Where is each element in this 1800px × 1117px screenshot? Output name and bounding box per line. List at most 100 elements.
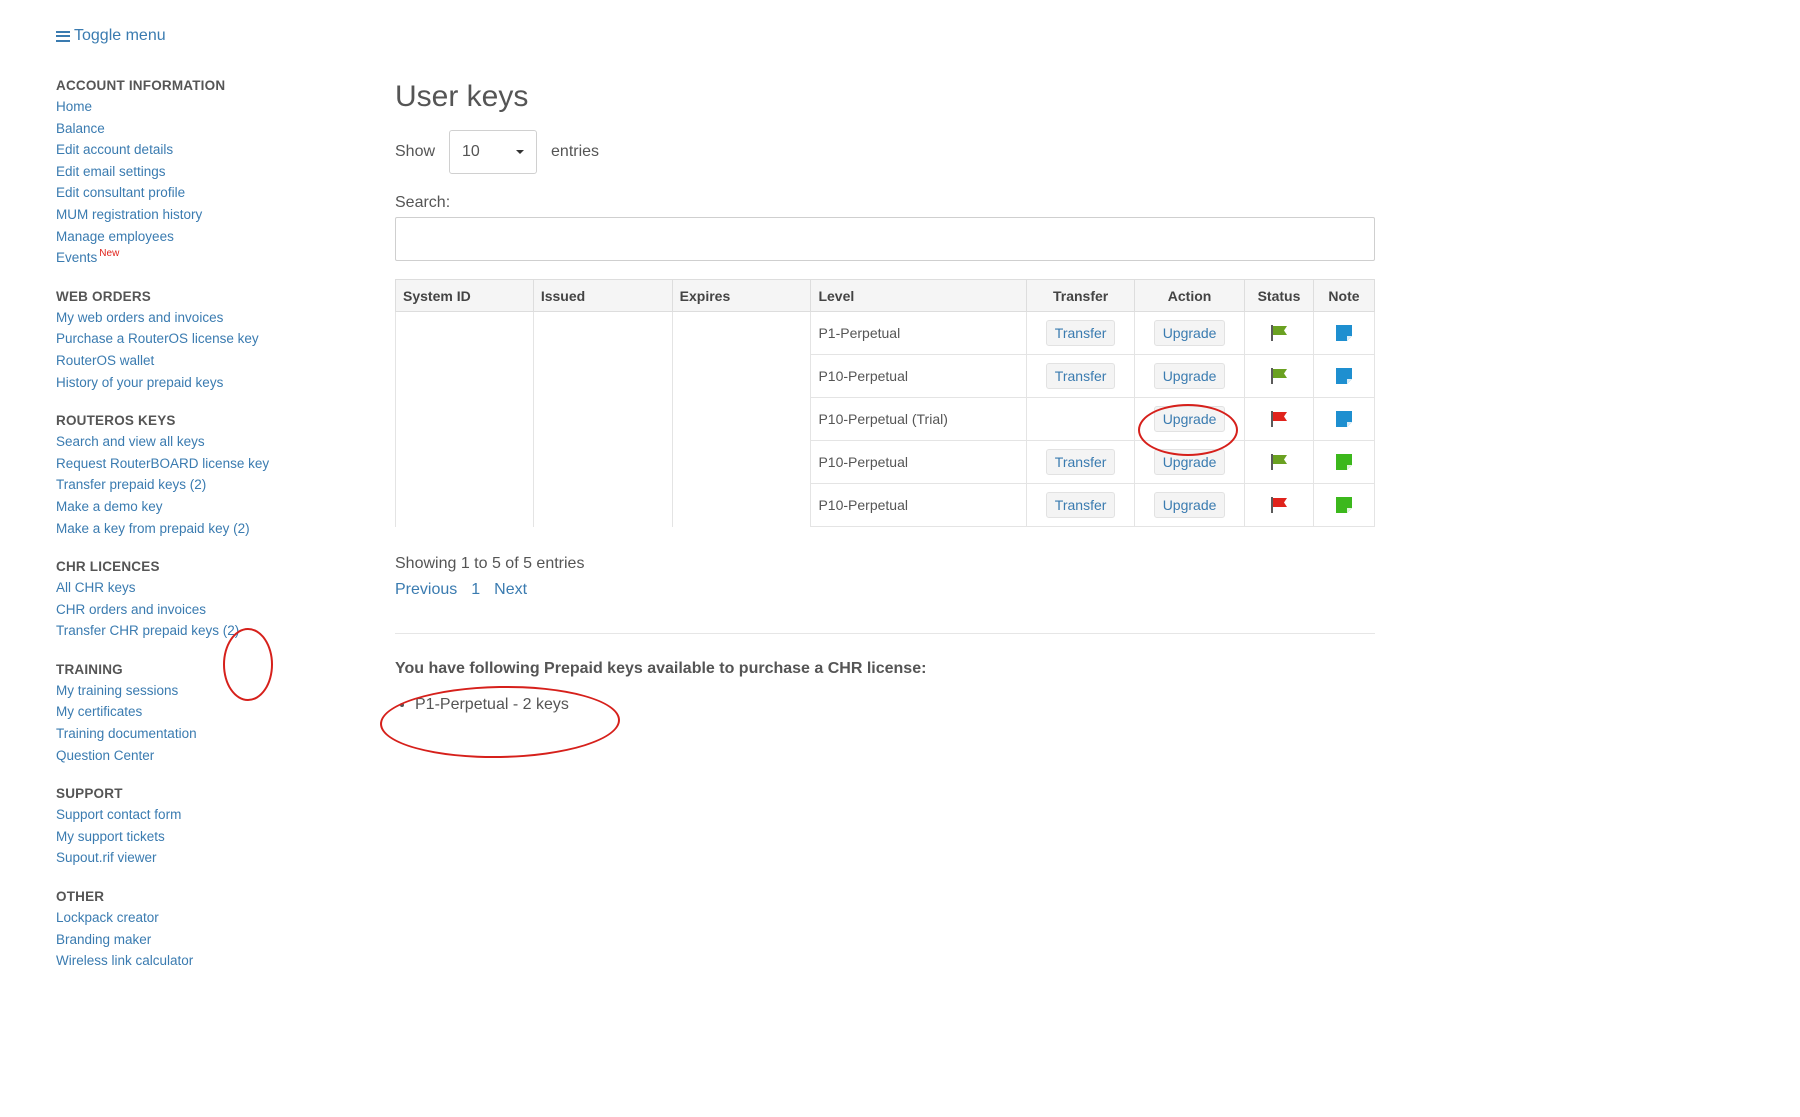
column-header[interactable]: Note (1312, 279, 1376, 312)
table-cell (532, 311, 673, 355)
flag-icon (1269, 324, 1289, 342)
upgrade-button[interactable]: Upgrade (1153, 320, 1226, 346)
transfer-button[interactable]: Transfer (1045, 320, 1116, 346)
upgrade-button[interactable]: Upgrade (1153, 492, 1226, 518)
sidebar-item[interactable]: Training documentation (56, 723, 336, 745)
note-icon[interactable] (1335, 367, 1353, 385)
upgrade-button[interactable]: Upgrade (1153, 406, 1226, 432)
sidebar-item[interactable]: Events New (56, 247, 336, 269)
flag-icon (1269, 453, 1289, 471)
flag-icon (1269, 367, 1289, 385)
sidebar-item[interactable]: My certificates (56, 701, 336, 723)
sidebar-item[interactable]: Edit email settings (56, 161, 336, 183)
note-icon[interactable] (1335, 410, 1353, 428)
sidebar-item[interactable]: My training sessions (56, 680, 336, 702)
transfer-button[interactable]: Transfer (1045, 363, 1116, 389)
sidebar-section-title: OTHER (56, 889, 105, 905)
sidebar-item[interactable]: History of your prepaid keys (56, 372, 336, 394)
sidebar-item-label: Balance (56, 120, 105, 136)
sidebar-item[interactable]: RouterOS wallet (56, 350, 336, 372)
sidebar-item[interactable]: Transfer CHR prepaid keys (2) (56, 620, 336, 642)
sidebar-item[interactable]: My support tickets (56, 826, 336, 848)
sidebar-item[interactable]: Lockpack creator (56, 907, 336, 929)
pager-previous[interactable]: Previous (395, 581, 457, 599)
table-cell (532, 483, 673, 527)
column-header[interactable]: Expires (671, 279, 812, 312)
upgrade-button[interactable]: Upgrade (1153, 363, 1226, 389)
new-badge: New (99, 248, 120, 260)
sidebar-item[interactable]: Wireless link calculator (56, 950, 336, 972)
sidebar-item[interactable]: CHR orders and invoices (56, 599, 336, 621)
table-cell (532, 354, 673, 398)
action-cell: Upgrade (1134, 440, 1246, 484)
sidebar-item-label: All CHR keys (56, 580, 136, 596)
sidebar-section-title: WEB ORDERS (56, 288, 152, 304)
sidebar-item-label: Make a demo key (56, 498, 163, 514)
status-cell (1244, 397, 1314, 441)
note-icon[interactable] (1335, 324, 1353, 342)
note-cell (1312, 397, 1376, 441)
page-title: User keys (395, 80, 529, 113)
sidebar-item-label: Supout.rif viewer (56, 850, 157, 866)
user-keys-table: System ID Issued Expires Level Transfer Actio… (395, 279, 1376, 527)
sidebar-item[interactable]: Request RouterBOARD license key (56, 453, 336, 475)
sidebar-item[interactable]: All CHR keys (56, 577, 336, 599)
flag-icon (1269, 410, 1289, 428)
sidebar-section-title: SUPPORT (56, 786, 123, 802)
pager-page-1[interactable]: 1 (471, 581, 480, 599)
sidebar-item[interactable]: Home (56, 96, 336, 118)
column-header[interactable]: Issued (532, 279, 673, 312)
sidebar-item[interactable]: Purchase a RouterOS license key (56, 328, 336, 350)
sidebar-item[interactable]: Make a key from prepaid key (2) (56, 518, 336, 540)
transfer-button[interactable]: Transfer (1045, 449, 1116, 475)
sidebar-section: SUPPORT Support contact form My support ti… (56, 786, 336, 869)
sidebar-item[interactable]: Balance (56, 118, 336, 140)
sidebar-item[interactable]: Transfer prepaid keys (2) (56, 474, 336, 496)
sidebar-item[interactable]: Question Center (56, 745, 336, 767)
sidebar-item-label: Training documentation (56, 726, 197, 742)
search-input[interactable] (395, 217, 1375, 261)
prepaid-keys-list: P1-Perpetual - 2 keys (395, 696, 1375, 714)
action-cell: Upgrade (1134, 354, 1246, 398)
note-icon[interactable] (1335, 496, 1353, 514)
toggle-menu-button[interactable]: Toggle menu (56, 27, 166, 45)
sidebar-item-label: Edit account details (56, 142, 174, 158)
column-header[interactable]: Level (810, 279, 1028, 312)
sidebar-section-title: ROUTEROS KEYS (56, 413, 176, 429)
sidebar: ACCOUNT INFORMATION Home Balance Edit accou… (56, 78, 336, 992)
column-header[interactable]: Transfer (1026, 279, 1136, 312)
transfer-cell: Transfer (1026, 311, 1136, 355)
column-header[interactable]: Action (1134, 279, 1246, 312)
key-level-cell: P10-Perpetual (810, 440, 1028, 484)
toggle-menu-label: Toggle menu (74, 27, 166, 44)
table-cell (671, 311, 812, 355)
action-cell: Upgrade (1134, 311, 1246, 355)
table-cell (395, 483, 534, 527)
sidebar-item[interactable]: Support contact form (56, 804, 336, 826)
table-cell (671, 354, 812, 398)
column-header[interactable]: Status (1244, 279, 1314, 312)
upgrade-button[interactable]: Upgrade (1153, 449, 1226, 475)
sidebar-item[interactable]: Manage employees (56, 226, 336, 248)
note-icon[interactable] (1335, 453, 1353, 471)
sidebar-item[interactable]: Edit consultant profile (56, 182, 336, 204)
sidebar-item-label: Manage employees (56, 228, 174, 244)
table-row: P10-Perpetual Transfer Upgrade (395, 354, 1376, 398)
entries-select[interactable]: 10 (449, 130, 538, 174)
key-level-cell: P10-Perpetual (810, 483, 1028, 527)
sidebar-item[interactable]: Supout.rif viewer (56, 847, 336, 869)
sidebar-item[interactable]: Edit account details (56, 139, 336, 161)
status-cell (1244, 440, 1314, 484)
show-label: Show (395, 143, 436, 160)
sidebar-item[interactable]: My web orders and invoices (56, 307, 336, 329)
key-level-cell: P10-Perpetual (810, 354, 1028, 398)
sidebar-item[interactable]: Branding maker (56, 929, 336, 951)
action-cell: Upgrade (1134, 483, 1246, 527)
transfer-button[interactable]: Transfer (1045, 492, 1116, 518)
sidebar-item-label: Transfer prepaid keys (2) (56, 477, 207, 493)
sidebar-item[interactable]: MUM registration history (56, 204, 336, 226)
sidebar-item[interactable]: Search and view all keys (56, 431, 336, 453)
pager-next[interactable]: Next (494, 581, 527, 599)
sidebar-item[interactable]: Make a demo key (56, 496, 336, 518)
column-header[interactable]: System ID (395, 279, 534, 312)
